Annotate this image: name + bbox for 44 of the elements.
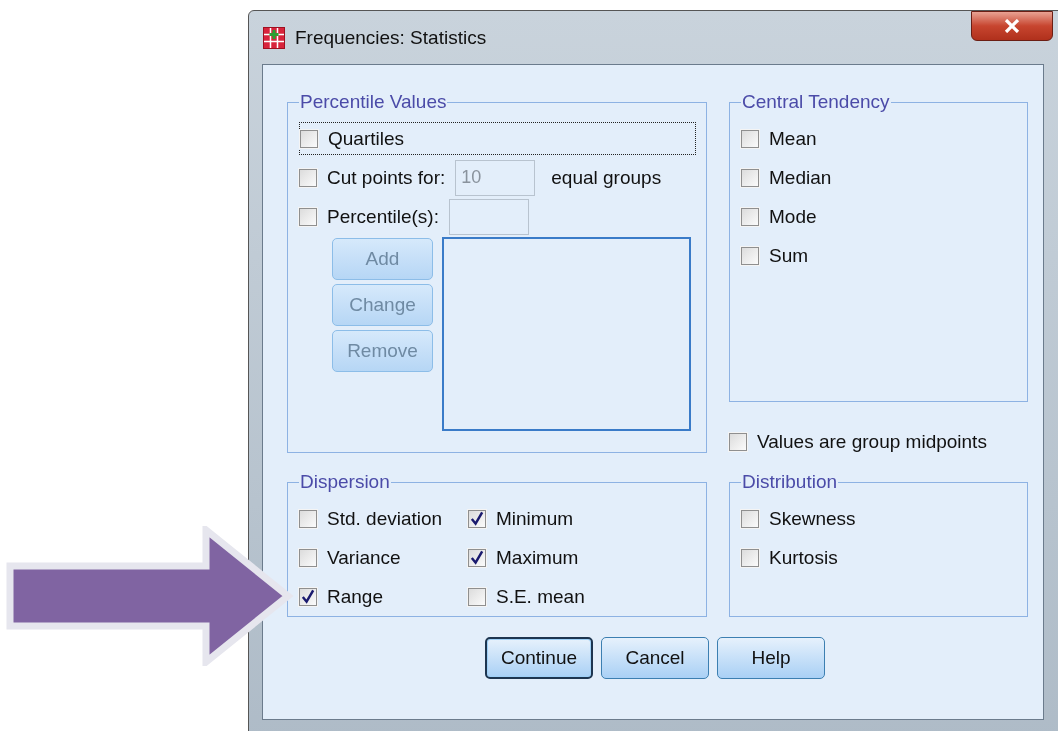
- group-title: Distribution: [741, 471, 839, 493]
- close-button[interactable]: [971, 11, 1053, 41]
- checkbox-label: Skewness: [769, 507, 856, 530]
- table-icon: [263, 26, 285, 49]
- checkbox[interactable]: [299, 587, 317, 606]
- group-title: Dispersion: [299, 471, 391, 493]
- checkbox[interactable]: [729, 432, 747, 451]
- dialog-button[interactable]: Continue: [485, 637, 593, 679]
- checkbox-label: Mean: [769, 127, 817, 150]
- checkbox[interactable]: [300, 129, 318, 148]
- checkbox[interactable]: [468, 548, 486, 567]
- checkbox-label: Median: [769, 166, 832, 189]
- list-box[interactable]: [442, 237, 691, 431]
- checkbox[interactable]: [741, 246, 759, 265]
- checkbox-label: Quartiles: [328, 127, 405, 150]
- checkbox-label: Values are group midpoints: [757, 430, 987, 453]
- checkbox[interactable]: [741, 207, 759, 226]
- checkbox[interactable]: [468, 587, 486, 606]
- checkbox-label: Range: [327, 585, 383, 608]
- close-icon: [1003, 19, 1021, 33]
- dialog-button[interactable]: Help: [717, 637, 825, 679]
- checkbox[interactable]: [299, 509, 317, 528]
- checkbox-label: Std. deviation: [327, 507, 443, 530]
- checkbox[interactable]: [299, 548, 317, 567]
- checkbox[interactable]: [741, 509, 759, 528]
- checkbox[interactable]: [741, 548, 759, 567]
- checkbox-label: Variance: [327, 546, 401, 569]
- checkbox-label: Percentile(s):: [327, 205, 439, 228]
- group-title: Central Tendency: [741, 91, 891, 113]
- checkbox-label: Cut points for:: [327, 166, 446, 189]
- group-title: Percentile Values: [299, 91, 448, 113]
- field-suffix: equal groups: [551, 166, 662, 189]
- checkbox-label: Sum: [769, 244, 809, 267]
- checkbox-label: Minimum: [496, 507, 574, 530]
- checkbox[interactable]: [741, 168, 759, 187]
- focus-rectangle[interactable]: Quartiles: [299, 122, 696, 155]
- checkbox[interactable]: [741, 129, 759, 148]
- window-title: Frequencies: Statistics: [295, 26, 487, 49]
- checkbox[interactable]: [468, 509, 486, 528]
- checkbox-label: Kurtosis: [769, 546, 838, 569]
- checkbox-label: Mode: [769, 205, 817, 228]
- checkbox-label: S.E. mean: [496, 585, 585, 608]
- checkbox-label: Maximum: [496, 546, 579, 569]
- dialog-button[interactable]: Cancel: [601, 637, 709, 679]
